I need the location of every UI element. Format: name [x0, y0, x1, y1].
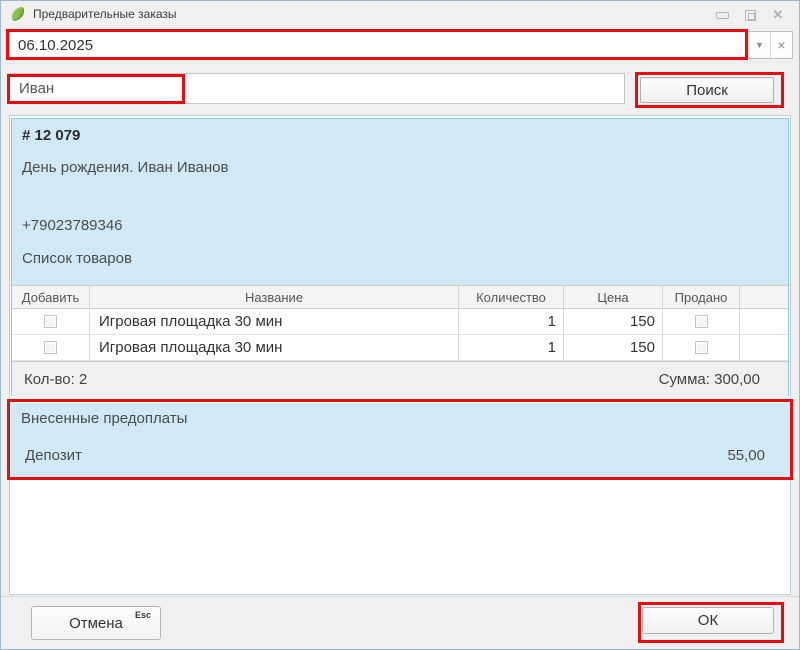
- chevron-down-icon[interactable]: ▼: [748, 32, 770, 58]
- order-title: День рождения. Иван Иванов: [22, 159, 228, 176]
- sold-checkbox[interactable]: [695, 315, 708, 328]
- column-header-sold: Продано: [663, 286, 740, 308]
- ok-button[interactable]: ОК: [642, 607, 774, 634]
- search-button[interactable]: Поиск: [640, 77, 774, 103]
- order-items-label: Список товаров: [22, 250, 132, 267]
- maximize-icon: [745, 10, 756, 21]
- date-input[interactable]: [10, 32, 746, 58]
- close-button[interactable]: ✕: [767, 7, 789, 23]
- product-qty: 1: [459, 309, 564, 334]
- column-header-price: Цена: [564, 286, 663, 308]
- cancel-hotkey: Esc: [135, 610, 151, 620]
- prepayment-amount: 55,00: [727, 447, 765, 464]
- order-card[interactable]: # 12 079 День рождения. Иван Иванов +790…: [11, 118, 789, 396]
- date-clear-icon[interactable]: ×: [770, 32, 792, 58]
- titlebar: Предварительные заказы ✕: [1, 1, 799, 27]
- add-checkbox[interactable]: [44, 341, 57, 354]
- product-name: Игровая площадка 30 мин: [90, 335, 459, 360]
- table-header-row: Добавить Название Количество Цена Продан…: [12, 285, 788, 309]
- maximize-button[interactable]: [739, 7, 761, 23]
- cancel-button[interactable]: Отмена Esc: [31, 606, 161, 640]
- column-header-name: Название: [90, 286, 459, 308]
- table-footer: Кол-во: 2 Сумма: 300,00: [12, 361, 788, 397]
- footer-count: Кол-во: 2: [24, 371, 87, 388]
- app-leaf-icon: [10, 6, 27, 21]
- prepayments-section: Внесенные предоплаты Депозит 55,00: [11, 403, 791, 477]
- product-qty: 1: [459, 335, 564, 360]
- order-phone: +79023789346: [22, 217, 123, 234]
- search-input[interactable]: [9, 73, 625, 104]
- minimize-icon: [716, 12, 729, 19]
- cancel-label: Отмена: [69, 615, 123, 632]
- minimize-button[interactable]: [711, 7, 733, 23]
- table-row[interactable]: Игровая площадка 30 мин 1 150: [12, 309, 788, 335]
- date-picker: ▼ ×: [9, 31, 793, 59]
- window-title: Предварительные заказы: [33, 7, 177, 21]
- prepayment-row[interactable]: Депозит 55,00: [11, 443, 791, 469]
- preorders-window: Предварительные заказы ✕ ▼ × Поиск # 12 …: [0, 0, 800, 650]
- order-number: # 12 079: [22, 127, 80, 144]
- column-header-empty: [740, 286, 788, 308]
- footer-sum: Сумма: 300,00: [659, 371, 760, 388]
- products-table: Добавить Название Количество Цена Продан…: [12, 285, 788, 361]
- prepayments-title: Внесенные предоплаты: [21, 410, 187, 427]
- product-price: 150: [564, 309, 663, 334]
- product-price: 150: [564, 335, 663, 360]
- table-row[interactable]: Игровая площадка 30 мин 1 150: [12, 335, 788, 361]
- bottom-bar: Отмена Esc ОК: [1, 596, 799, 649]
- column-header-qty: Количество: [459, 286, 564, 308]
- sold-checkbox[interactable]: [695, 341, 708, 354]
- add-checkbox[interactable]: [44, 315, 57, 328]
- column-header-add: Добавить: [12, 286, 90, 308]
- product-name: Игровая площадка 30 мин: [90, 309, 459, 334]
- prepayment-name: Депозит: [25, 447, 82, 464]
- orders-list: # 12 079 День рождения. Иван Иванов +790…: [9, 115, 791, 595]
